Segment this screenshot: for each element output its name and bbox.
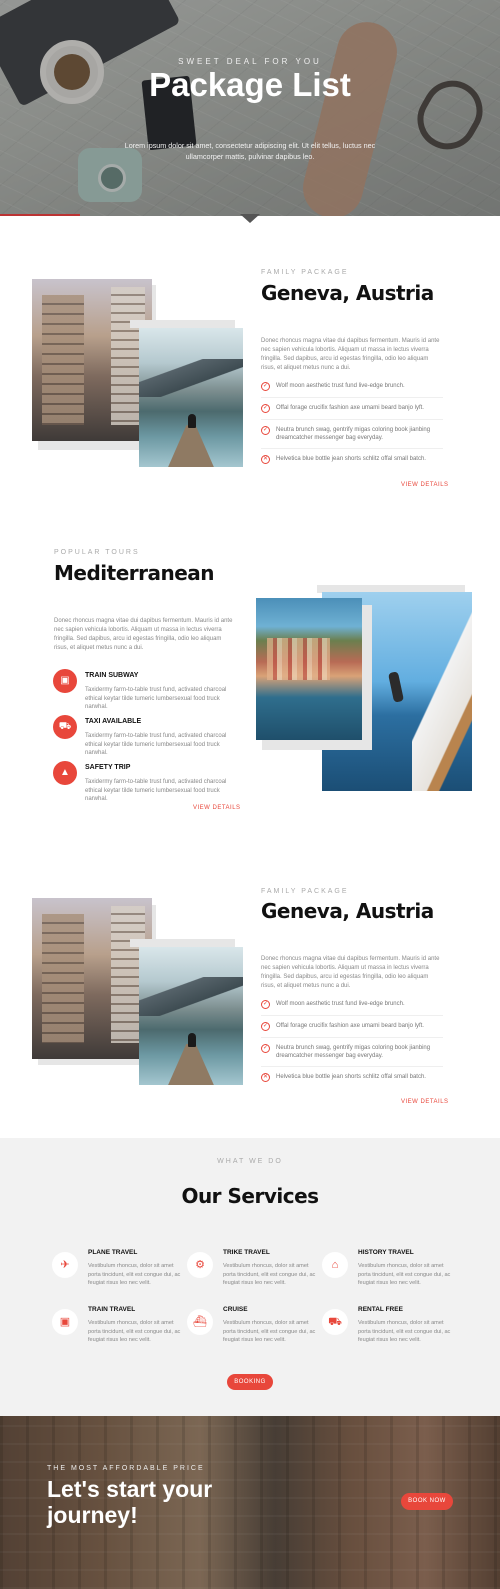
feature-text: Taxidermy farm-to-table trust fund, acti… — [85, 687, 227, 710]
package-description: Donec rhoncus magna vitae dui dapibus fe… — [261, 338, 440, 371]
service-title: TRIKE TRAVEL — [223, 1249, 270, 1256]
service-title: TRAIN TRAVEL — [88, 1306, 136, 1313]
service-text: Vestibulum rhoncus, dolor sit amet porta… — [88, 1263, 181, 1286]
popular-eyebrow: POPULAR TOURS — [54, 549, 140, 556]
list-item: ✕ Helvetica blue bottle jean shorts schli… — [261, 1073, 426, 1082]
list-item: ✓ Neutra brunch swag, gentrify migas colo… — [261, 1044, 443, 1067]
ship-icon: ⛴ — [187, 1309, 213, 1335]
check-icon: ✓ — [261, 1000, 270, 1009]
service-text: Vestibulum rhoncus, dolor sit amet porta… — [88, 1320, 181, 1343]
page-title: Package List — [149, 66, 351, 103]
check-icon: ✓ — [261, 1044, 270, 1053]
view-details-link[interactable]: VIEW DETAILS — [401, 1099, 449, 1105]
train-icon: ▣ — [53, 669, 77, 693]
photo-shadow — [130, 320, 235, 328]
service-title: CRUISE — [223, 1306, 248, 1313]
package-checklist: ✓ Wolf moon aesthetic trust fund live-edg… — [261, 1000, 443, 1094]
view-details-link[interactable]: VIEW DETAILS — [193, 805, 241, 811]
car-icon: ⛟ — [322, 1309, 348, 1335]
popular-description: Donec rhoncus magna vitae dui dapibus fe… — [54, 618, 233, 651]
cta-subtitle: THE MOST AFFORDABLE PRICE — [47, 1465, 205, 1472]
city-photo — [32, 898, 152, 1059]
feature-text: Taxidermy farm-to-table trust fund, acti… — [85, 733, 227, 756]
service-text: Vestibulum rhoncus, dolor sit amet porta… — [358, 1320, 451, 1343]
list-item: ✓ Offal forage crucifix fashion axe umami… — [261, 404, 443, 420]
lake-photo — [139, 328, 243, 467]
list-item: ✓ Neutra brunch swag, gentrify migas colo… — [261, 426, 443, 449]
motorbike-icon: ⚙ — [187, 1252, 213, 1278]
booking-button[interactable]: BOOKING — [227, 1374, 273, 1390]
landmark-icon: ⌂ — [322, 1252, 348, 1278]
hero-notch — [240, 214, 260, 223]
check-icon: ✓ — [261, 426, 270, 435]
lake-photo — [139, 947, 243, 1085]
feature-title: TAXI AVAILABLE — [85, 718, 142, 725]
service-text: Vestibulum rhoncus, dolor sit amet porta… — [223, 1320, 316, 1343]
package-eyebrow: FAMILY PACKAGE — [261, 888, 349, 895]
service-title: HISTORY TRAVEL — [358, 1249, 414, 1256]
bell-icon: ▲ — [53, 761, 77, 785]
service-text: Vestibulum rhoncus, dolor sit amet porta… — [358, 1263, 451, 1286]
hero-section — [0, 0, 500, 216]
feature-title: TRAIN SUBWAY — [85, 672, 139, 679]
coast-photo — [256, 598, 362, 740]
check-icon: ✓ — [261, 1022, 270, 1031]
photo-shadow — [130, 939, 235, 947]
hero-subtitle: SWEET DEAL FOR YOU — [178, 57, 322, 66]
package-checklist: ✓ Wolf moon aesthetic trust fund live-edg… — [261, 382, 443, 476]
hero-overlay — [0, 0, 500, 216]
check-icon: ✓ — [261, 382, 270, 391]
package-description: Donec rhoncus magna vitae dui dapibus fe… — [261, 956, 440, 989]
service-title: PLANE TRAVEL — [88, 1249, 138, 1256]
list-item: ✕ Helvetica blue bottle jean shorts schli… — [261, 455, 426, 464]
feature-text: Taxidermy farm-to-table trust fund, acti… — [85, 779, 227, 802]
view-details-link[interactable]: VIEW DETAILS — [401, 482, 449, 488]
hero-accent-line — [0, 214, 80, 216]
feature-title: SAFETY TRIP — [85, 764, 131, 771]
service-text: Vestibulum rhoncus, dolor sit amet porta… — [223, 1263, 316, 1286]
popular-title: Mediterranean — [54, 561, 215, 585]
check-icon: ✓ — [261, 404, 270, 413]
close-icon: ✕ — [261, 1073, 270, 1082]
services-title: Our Services — [181, 1184, 319, 1208]
list-item: ✓ Wolf moon aesthetic trust fund live-edg… — [261, 1000, 443, 1016]
service-title: RENTAL FREE — [358, 1306, 403, 1313]
list-item: ✓ Offal forage crucifix fashion axe umami… — [261, 1022, 443, 1038]
package-eyebrow: FAMILY PACKAGE — [261, 269, 349, 276]
list-item: ✓ Wolf moon aesthetic trust fund live-edg… — [261, 382, 443, 398]
package-title: Geneva, Austria — [261, 281, 434, 305]
train-icon: ▣ — [52, 1309, 78, 1335]
close-icon: ✕ — [261, 455, 270, 464]
services-eyebrow: WHAT WE DO — [217, 1158, 283, 1165]
taxi-icon: ⛟ — [53, 715, 77, 739]
cta-title: Let's start your journey! — [47, 1476, 213, 1528]
plane-icon: ✈ — [52, 1252, 78, 1278]
book-now-button[interactable]: BOOK NOW — [401, 1493, 453, 1510]
package-title: Geneva, Austria — [261, 899, 434, 923]
hero-text: Lorem ipsum dolor sit amet, consectetur … — [124, 141, 376, 161]
city-photo — [32, 279, 152, 441]
